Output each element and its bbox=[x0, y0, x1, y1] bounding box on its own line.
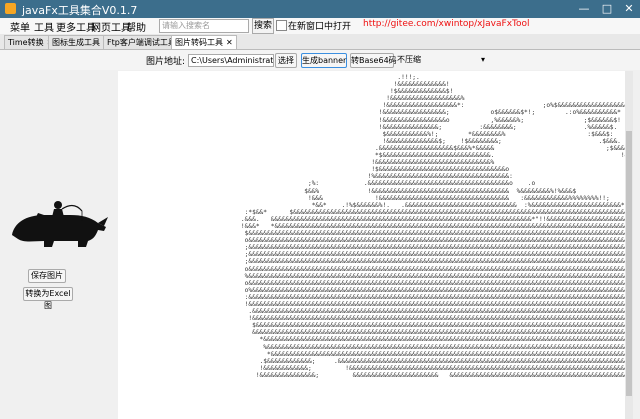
menu-help[interactable]: 帮助 bbox=[126, 19, 146, 34]
choose-button[interactable]: 选择 bbox=[275, 53, 297, 68]
menu-tools[interactable]: 工具 bbox=[34, 19, 54, 34]
title-bar: javaFx工具集合V0.1.7 — □ ✕ bbox=[0, 0, 640, 18]
menu-web-tools[interactable]: 网页工具 bbox=[91, 19, 131, 34]
minimize-button[interactable]: — bbox=[573, 1, 595, 17]
tab-label: Ftp客户端调试工具 bbox=[107, 38, 176, 47]
save-image-button[interactable]: 保存图片 bbox=[28, 269, 66, 283]
vertical-scrollbar[interactable] bbox=[625, 71, 633, 419]
tab-image-transcode[interactable]: 图片转码工具 ✕ bbox=[171, 35, 237, 49]
new-window-checkbox[interactable] bbox=[276, 20, 287, 31]
tab-label: 图标生成工具 bbox=[52, 38, 100, 47]
scrollbar-thumb[interactable] bbox=[626, 131, 632, 396]
window-title: javaFx工具集合V0.1.7 bbox=[22, 4, 138, 17]
generate-banner-button[interactable]: 生成banner bbox=[301, 53, 347, 68]
image-path-input[interactable]: C:\Users\Administrator\D bbox=[188, 54, 274, 67]
close-button[interactable]: ✕ bbox=[618, 1, 640, 17]
search-input[interactable]: 请输入搜索名 bbox=[159, 19, 249, 33]
search-button[interactable]: 搜索 bbox=[252, 18, 274, 34]
gitee-link[interactable]: http://gitee.com/xwintop/xJavaFxTool bbox=[363, 19, 530, 29]
menu-more-tools[interactable]: 更多工具 bbox=[56, 19, 96, 34]
tab-bar: Time转换✕ 图标生成工具✕ Ftp客户端调试工具✕ 图片转码工具✕ bbox=[0, 34, 640, 50]
image-path-label: 图片地址: bbox=[146, 57, 186, 67]
tab-close-icon[interactable]: ✕ bbox=[226, 38, 233, 47]
toolbar: 图片地址: C:\Users\Administrator\D 选择 生成bann… bbox=[0, 50, 640, 70]
new-window-label: 在新窗口中打开 bbox=[288, 22, 352, 32]
to-excel-button[interactable]: 转换为Excel图 bbox=[23, 287, 73, 310]
to-base64-button[interactable]: 转Base64码 bbox=[350, 53, 397, 68]
chevron-down-icon: ▾ bbox=[480, 55, 485, 64]
tab-label: Time转换 bbox=[8, 38, 44, 47]
maximize-button[interactable]: □ bbox=[596, 1, 618, 17]
banner-output-area[interactable]: .!!!;. !&&&&&&&&&&&&&! !$&&&&&&&&&&&&&$! bbox=[118, 71, 625, 419]
compress-select-value: 不压缩 bbox=[397, 55, 421, 64]
rhino-rider-logo bbox=[12, 201, 108, 247]
compress-select[interactable]: 不压缩 ▾ bbox=[397, 54, 487, 65]
app-icon bbox=[5, 3, 16, 14]
menu-main[interactable]: 菜单 bbox=[10, 19, 30, 34]
tab-label: 图片转码工具 bbox=[175, 38, 223, 47]
ascii-art-text: .!!!;. !&&&&&&&&&&&&&! !$&&&&&&&&&&&&&$! bbox=[240, 74, 625, 379]
